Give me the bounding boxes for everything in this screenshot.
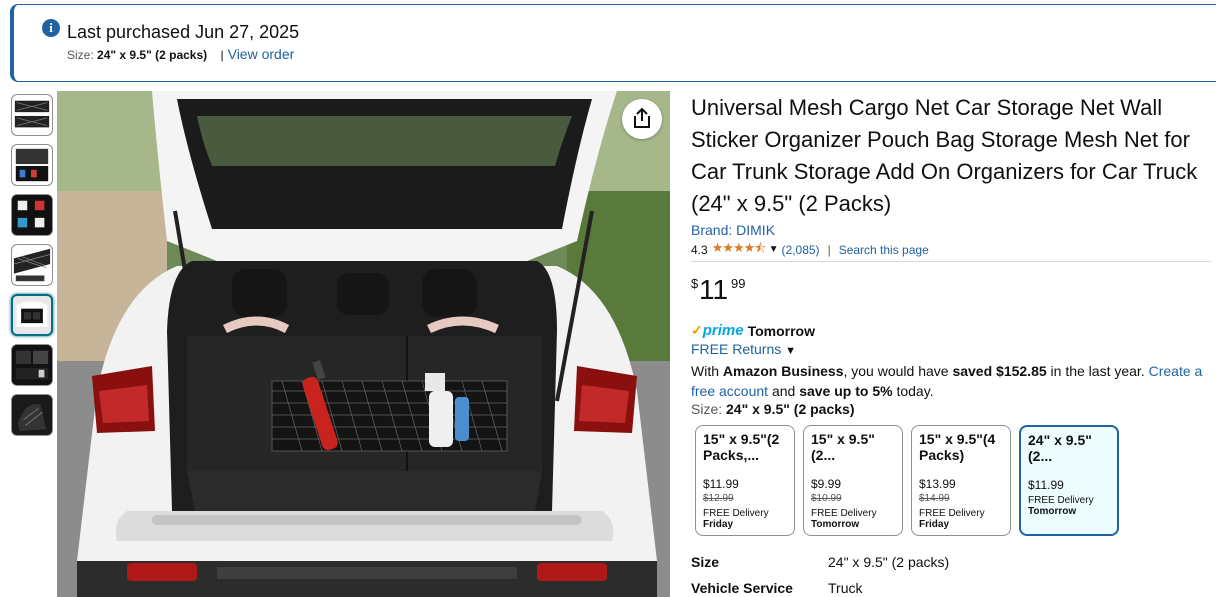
price-symbol: $ — [691, 276, 699, 291]
rating-count-link[interactable]: (2,085) — [782, 243, 820, 257]
share-button[interactable] — [622, 99, 662, 139]
business-text: today. — [892, 383, 934, 399]
size-label: Size: — [67, 48, 94, 62]
size-value: 24" x 9.5" (2 packs) — [726, 401, 855, 417]
business-name: Amazon Business — [722, 363, 844, 379]
thumbnail-1[interactable] — [11, 94, 53, 136]
option-delivery-day: Tomorrow — [1028, 506, 1077, 517]
size-option-card[interactable]: 15" x 9.5"(2 Packs,... $11.99 $12.99 FRE… — [695, 425, 795, 536]
option-list-price: $12.99 — [703, 493, 734, 504]
view-order-link[interactable]: View order — [228, 46, 295, 62]
free-returns-label: FREE Returns — [691, 341, 782, 357]
prime-check-icon: ✓ — [691, 322, 703, 338]
thumbnail-strip — [11, 94, 53, 444]
thumbnail-6[interactable] — [11, 344, 53, 386]
option-list-price: $14.99 — [919, 493, 950, 504]
product-title: Universal Mesh Cargo Net Car Storage Net… — [691, 95, 1198, 216]
chevron-down-icon: ▼ — [785, 345, 797, 357]
star-rating-icon[interactable]: ★★★★⯪ — [712, 239, 767, 261]
option-name: 15" x 9.5" (2... — [811, 431, 875, 463]
size-option-card-selected[interactable]: 24" x 9.5" (2... $11.99 FREE Delivery To… — [1019, 425, 1119, 536]
option-delivery: FREE Delivery — [1028, 495, 1094, 506]
rating-value: 4.3 — [691, 242, 708, 257]
amazon-business-promo: With Amazon Business, you would have sav… — [691, 361, 1206, 401]
thumbnail-3[interactable] — [11, 194, 53, 236]
price: $ 11 99 — [691, 274, 1211, 310]
option-delivery: FREE Delivery — [703, 508, 769, 519]
business-saved: saved $152.85 — [952, 363, 1047, 379]
option-delivery: FREE Delivery — [811, 508, 877, 519]
spec-value: 24" x 9.5" (2 packs) — [828, 554, 950, 570]
thumbnail-5-selected[interactable] — [11, 294, 53, 336]
option-delivery-day: Tomorrow — [811, 519, 860, 530]
size-option-card[interactable]: 15" x 9.5" (2... $9.99 $10.99 FREE Deliv… — [803, 425, 903, 536]
separator: | — [220, 48, 224, 62]
chevron-down-icon[interactable]: ▼ — [769, 244, 779, 255]
share-icon — [634, 108, 650, 128]
main-product-image[interactable] — [57, 91, 670, 597]
option-delivery-day: Friday — [703, 519, 734, 530]
rating-separator: | — [827, 242, 831, 257]
business-text: and — [768, 383, 800, 399]
business-text: in the last year. — [1046, 363, 1149, 379]
last-purchased-banner: i Last purchased Jun 27, 2025 Size: 24" … — [10, 4, 1216, 82]
option-list-price: $10.99 — [811, 493, 842, 504]
thumbnail-4[interactable] — [11, 244, 53, 286]
purchased-details: Size: 24" x 9.5" (2 packs) | View order — [67, 46, 294, 62]
business-text: With — [691, 363, 723, 379]
free-returns-link[interactable]: FREE Returns ▼ — [691, 341, 796, 357]
product-specs: Size 24" x 9.5" (2 packs) Vehicle Servic… — [691, 554, 949, 597]
business-save: save up to 5% — [799, 383, 893, 399]
prime-delivery-day: Tomorrow — [747, 322, 815, 339]
thumbnail-7[interactable] — [11, 394, 53, 436]
spec-row: Size 24" x 9.5" (2 packs) — [691, 554, 949, 580]
brand-link[interactable]: Brand: DIMIK — [691, 222, 1211, 238]
spec-key: Vehicle Service — [691, 580, 793, 596]
search-this-page-link[interactable]: Search this page — [839, 243, 929, 257]
size-label: Size: — [691, 401, 727, 417]
option-price: $11.99 — [1028, 478, 1064, 492]
spec-key: Size — [691, 554, 720, 570]
rating-row: 4.3 ★★★★⯪ ▼ (2,085) | Search this page — [691, 239, 1211, 262]
option-name: 24" x 9.5" (2... — [1028, 432, 1092, 464]
option-price: $13.99 — [919, 477, 956, 491]
size-value: 24" x 9.5" (2 packs) — [97, 48, 208, 62]
price-fraction: 99 — [731, 276, 746, 291]
spec-value: Truck — [828, 580, 863, 596]
option-price: $11.99 — [703, 477, 739, 491]
prime-delivery: ✓ prime Tomorrow — [691, 322, 1211, 339]
prime-logo: prime — [702, 322, 744, 339]
price-whole: 11 — [699, 274, 729, 305]
option-name: 15" x 9.5"(2 Packs,... — [703, 431, 780, 463]
last-purchased-text: Last purchased Jun 27, 2025 — [67, 22, 300, 42]
thumbnail-2[interactable] — [11, 144, 53, 186]
size-option-card[interactable]: 15" x 9.5"(4 Packs) $13.99 $14.99 FREE D… — [911, 425, 1011, 536]
option-delivery-day: Friday — [919, 519, 950, 530]
option-delivery: FREE Delivery — [919, 508, 985, 519]
option-name: 15" x 9.5"(4 Packs) — [919, 431, 996, 463]
product-details: Universal Mesh Cargo Net Car Storage Net… — [691, 92, 1211, 417]
spec-row: Vehicle Service Truck — [691, 580, 949, 597]
info-icon: i — [42, 19, 60, 37]
selected-size: Size: 24" x 9.5" (2 packs) — [691, 401, 1211, 417]
option-price: $9.99 — [811, 477, 842, 491]
business-text: , you would have — [843, 363, 953, 379]
